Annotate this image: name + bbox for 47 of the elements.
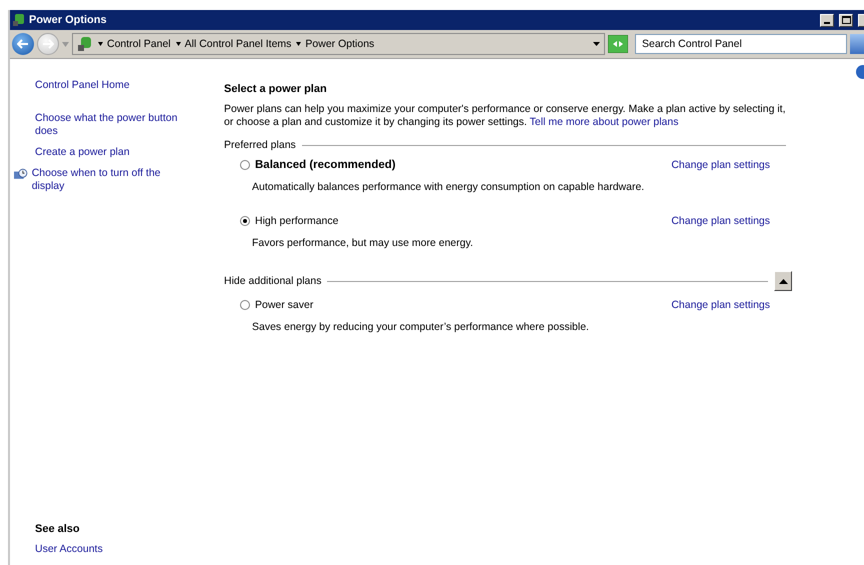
radio-button[interactable] bbox=[240, 160, 250, 170]
window-title: Power Options bbox=[29, 14, 108, 26]
see-also-link[interactable]: User Accounts bbox=[35, 543, 210, 555]
triangle-up-icon bbox=[778, 278, 788, 284]
plan-description: Automatically balances performance with energy consumption on capable hardware. bbox=[252, 181, 646, 193]
plan-name[interactable]: Power saver bbox=[255, 299, 314, 311]
radio-button[interactable] bbox=[240, 300, 250, 310]
arrow-icon bbox=[17, 39, 29, 49]
sidebar-link[interactable]: Create a power plan bbox=[35, 146, 130, 159]
plan-name[interactable]: Balanced (recommended) bbox=[255, 159, 396, 171]
search-field[interactable]: Search Control Panel bbox=[635, 34, 847, 54]
control-panel-icon bbox=[77, 36, 93, 52]
change-plan-link[interactable]: Change plan settings bbox=[671, 159, 770, 171]
change-plan-link[interactable]: Change plan settings bbox=[671, 215, 770, 227]
change-plan-link[interactable]: Change plan settings bbox=[671, 299, 770, 311]
minimize-button[interactable] bbox=[820, 14, 834, 26]
maximize-button[interactable] bbox=[839, 14, 853, 26]
collapse-button[interactable] bbox=[774, 271, 792, 291]
back-button[interactable] bbox=[12, 33, 34, 55]
caret-icon[interactable] bbox=[98, 42, 103, 46]
address-bar[interactable]: Control Panel All Control Panel Items Power Options bbox=[72, 33, 605, 55]
maximize-icon bbox=[842, 16, 850, 24]
breadcrumb[interactable]: Power Options bbox=[305, 38, 374, 50]
power-options-icon bbox=[12, 13, 26, 27]
caret-icon[interactable] bbox=[296, 42, 302, 46]
breadcrumb[interactable]: All Control Panel Items bbox=[184, 38, 292, 50]
see-also-heading: See also bbox=[35, 523, 81, 535]
plan-name[interactable]: High performance bbox=[255, 215, 338, 227]
breadcrumb[interactable]: Control Panel bbox=[107, 38, 171, 50]
caret-icon[interactable] bbox=[176, 42, 181, 46]
close-button[interactable] bbox=[858, 14, 864, 26]
help-link[interactable]: Tell me more about power plans bbox=[530, 116, 678, 128]
intro-text: Power plans can help you maximize your computer's performance or conserve energy. Make a plan active by selecting it, or choose a plan and customize it by changing its power settings. Tell me more about power plans bbox=[224, 103, 786, 129]
refresh-icon[interactable] bbox=[608, 35, 628, 53]
plan-description: Saves energy by reducing your computer’s performance where possible. bbox=[252, 321, 590, 333]
sidebar-link[interactable]: Control Panel Home bbox=[35, 79, 130, 92]
clock-monitor-icon bbox=[14, 167, 28, 181]
plan-description: Favors performance, but may use more energy. bbox=[252, 237, 474, 249]
sidebar-link[interactable]: Choose when to turn off the display bbox=[32, 167, 164, 193]
arrow-icon bbox=[42, 39, 54, 49]
page-heading: Select a power plan bbox=[224, 83, 328, 95]
radio-button[interactable] bbox=[240, 216, 250, 226]
sidebar-link[interactable]: Choose what the power button does bbox=[35, 112, 185, 138]
group-heading: Preferred plans bbox=[224, 139, 296, 151]
minimize-icon bbox=[824, 22, 830, 24]
group-heading: Hide additional plans bbox=[224, 275, 322, 287]
caret-icon[interactable] bbox=[593, 42, 600, 46]
